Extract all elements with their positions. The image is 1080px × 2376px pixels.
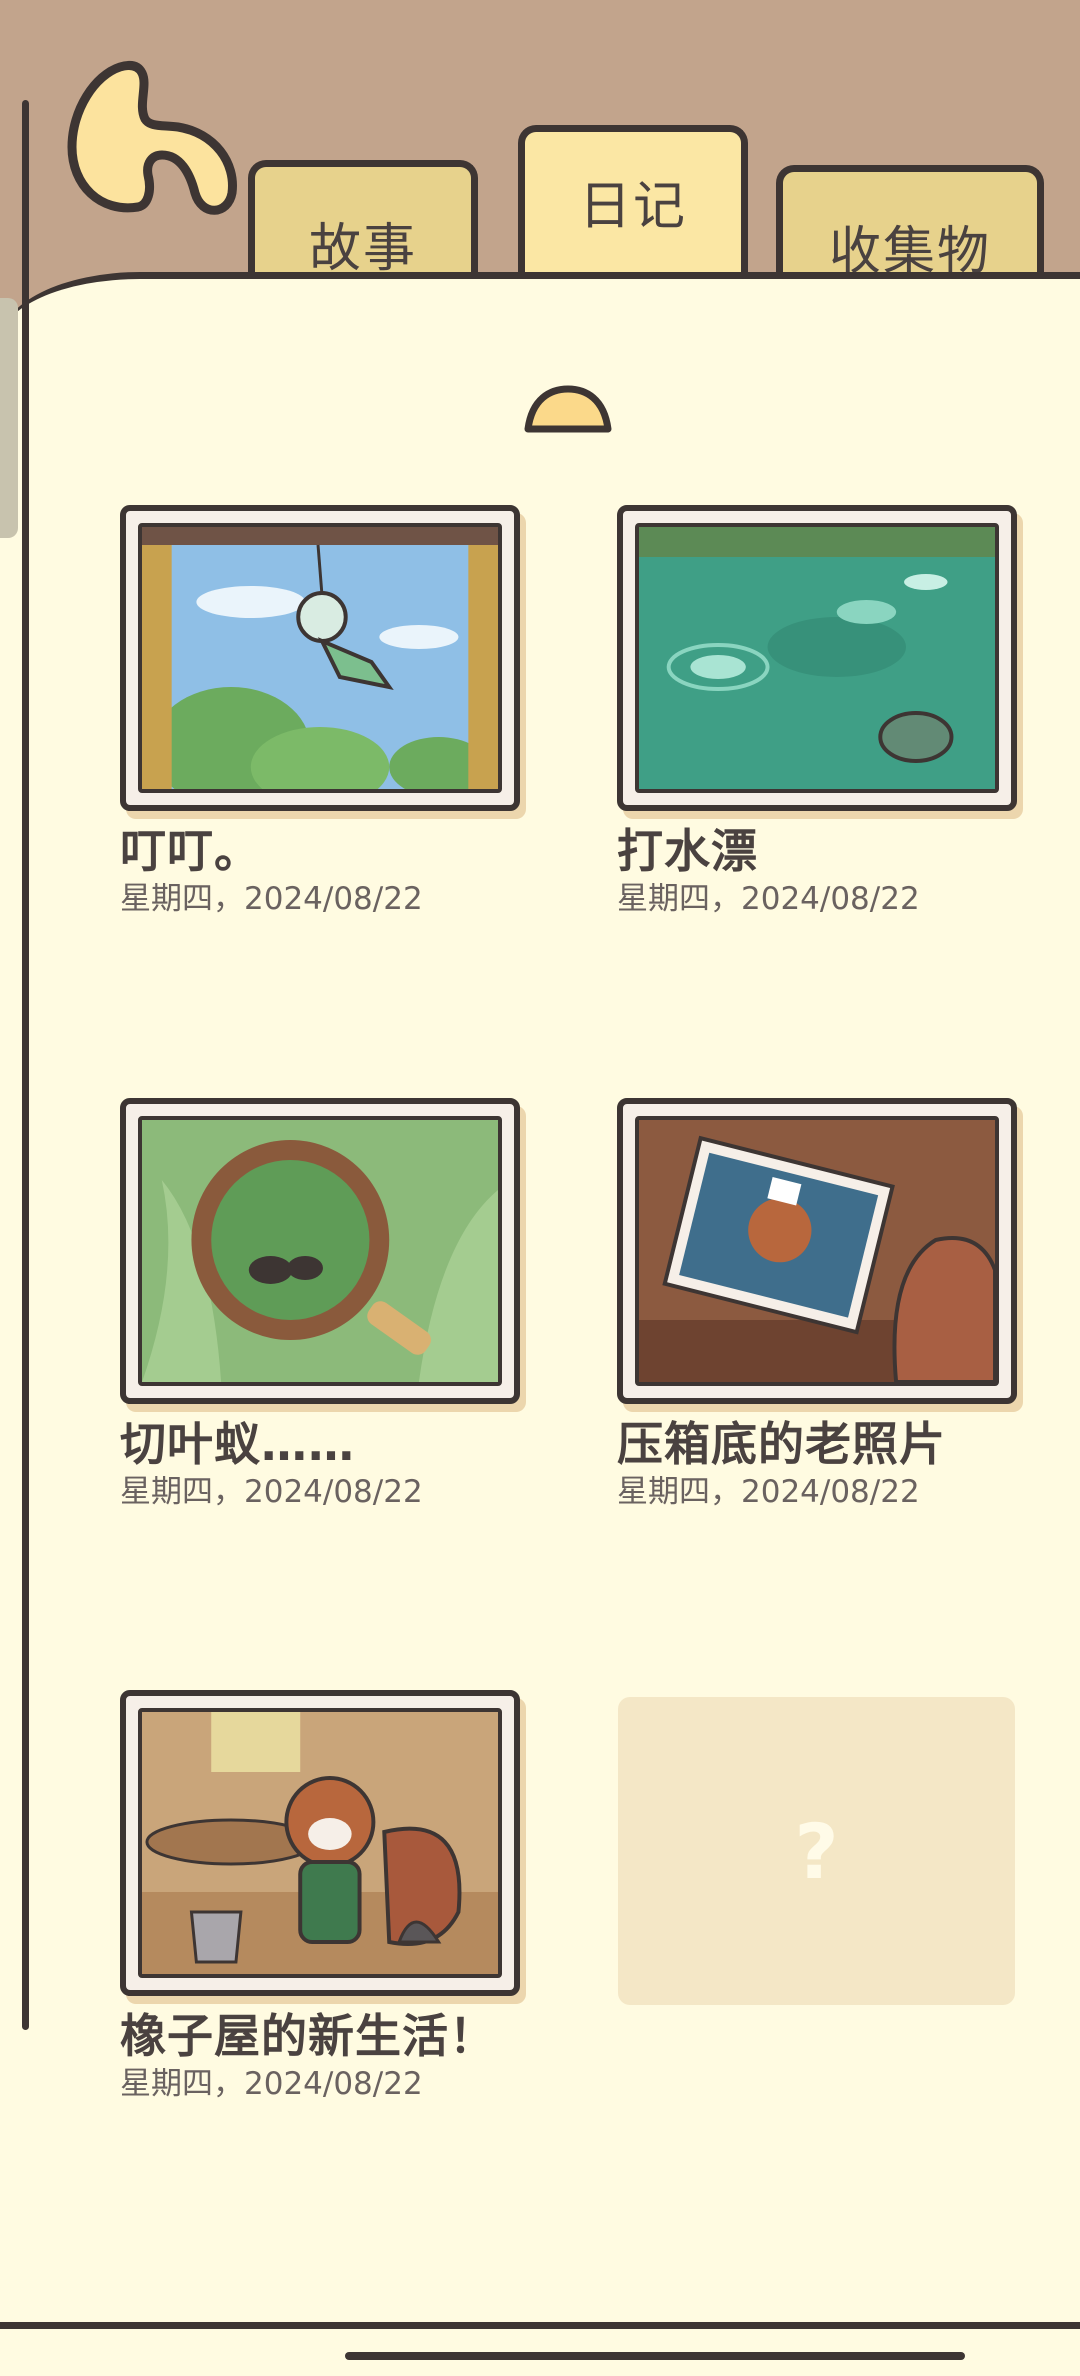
entry-photo [617, 1098, 1017, 1404]
scroll-up-button[interactable] [522, 385, 614, 437]
entry-title: 橡子屋的新生活！ [120, 2009, 496, 2063]
entry-photo [120, 505, 520, 811]
diary-entry-card[interactable]: 切叶蚁…… 星期四，2024/08/22 [120, 1098, 520, 1512]
scroll-up-icon [524, 385, 612, 433]
entry-date: 星期四，2024/08/22 [617, 881, 920, 917]
header-bar: 故事 日记 收集物 [0, 0, 1080, 290]
tab-story-label: 故事 [308, 219, 417, 279]
entry-date: 星期四，2024/08/22 [120, 1474, 423, 1510]
scrollbar[interactable] [0, 298, 18, 538]
old-photo-illustration [635, 1116, 999, 1386]
diary-entry-card[interactable]: 叮叮。 星期四，2024/08/22 [120, 505, 520, 919]
entry-photo [120, 1098, 520, 1404]
back-arrow-icon [67, 60, 237, 215]
question-mark-icon: ? [794, 1806, 839, 1896]
diary-entry-card[interactable]: 橡子屋的新生活！ 星期四，2024/08/22 [120, 1690, 520, 2104]
entry-date: 星期四，2024/08/22 [120, 881, 423, 917]
diary-entry-card[interactable]: 打水漂 星期四，2024/08/22 [617, 505, 1017, 919]
entry-title: 压箱底的老照片 [617, 1417, 946, 1471]
entry-date: 星期四，2024/08/22 [120, 2066, 423, 2102]
entry-photo [120, 1690, 520, 1996]
entry-title: 打水漂 [617, 824, 758, 878]
tab-diary[interactable]: 日记 [518, 125, 748, 290]
leafcutter-ant-illustration [138, 1116, 502, 1386]
page-spine-line-lower [22, 1230, 29, 2030]
squirrel-cleaning-illustration [138, 1708, 502, 1978]
entry-title: 切叶蚁…… [120, 1417, 355, 1471]
tab-story[interactable]: 故事 [248, 160, 478, 290]
tab-diary-label: 日记 [578, 176, 687, 237]
locked-entry-card[interactable]: ? [618, 1697, 1015, 2005]
entry-photo [617, 505, 1017, 811]
entry-title: 叮叮。 [120, 824, 261, 878]
pond-illustration [635, 523, 999, 793]
page-bottom-line [345, 2352, 965, 2360]
back-button[interactable] [50, 55, 240, 225]
entry-date: 星期四，2024/08/22 [617, 1474, 920, 1510]
diary-entry-card[interactable]: 压箱底的老照片 星期四，2024/08/22 [617, 1098, 1017, 1512]
wind-chime-illustration [138, 523, 502, 793]
page-bottom-edge [0, 2322, 1080, 2329]
